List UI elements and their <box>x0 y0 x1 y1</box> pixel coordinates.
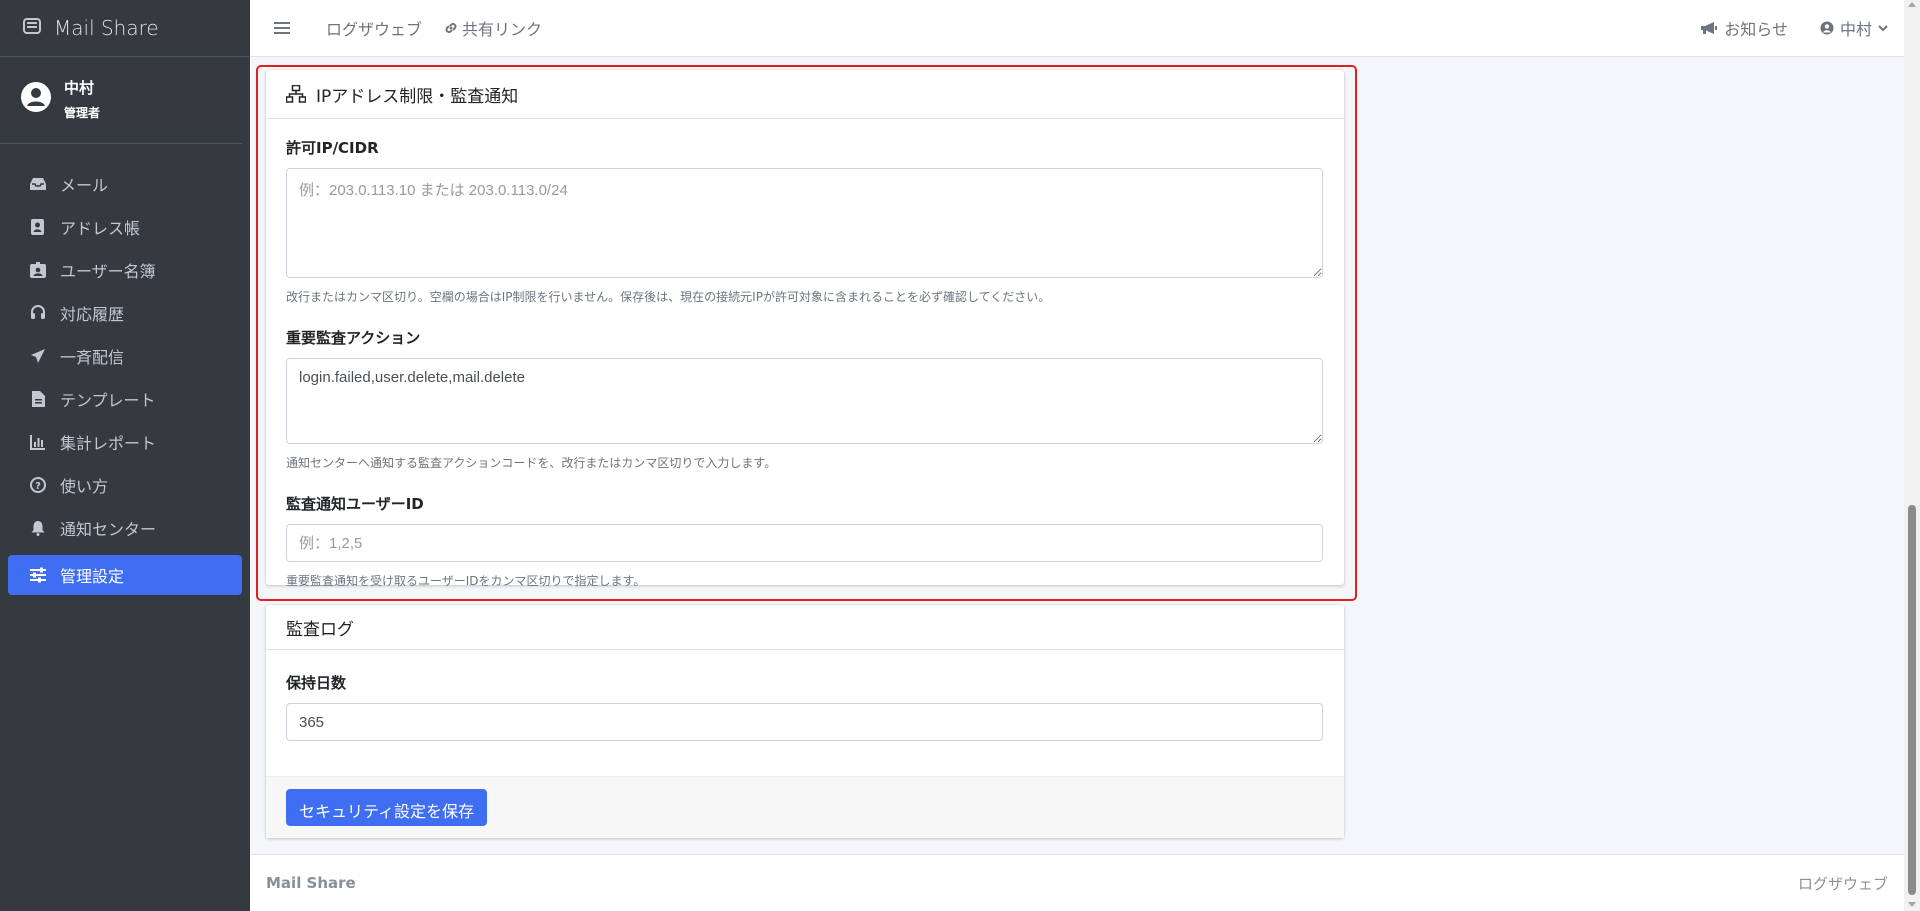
top-navbar: ログザウェブ 共有リンク お知らせ 中村 <box>250 0 1904 57</box>
user-circle-icon <box>1820 21 1834 35</box>
svg-text:?: ? <box>35 481 41 492</box>
scrollbar-thumb[interactable] <box>1908 505 1916 895</box>
critical-actions-textarea[interactable]: login.failed,user.delete,mail.delete <box>286 358 1323 444</box>
user-role: 管理者 <box>64 106 101 120</box>
nav-link-share[interactable]: 共有リンク <box>444 16 542 40</box>
notify-user-ids-help: 重要監査通知を受け取るユーザーIDをカンマ区切りで指定します。 <box>286 574 646 588</box>
file-icon <box>28 389 48 409</box>
headset-icon <box>28 303 48 323</box>
card-footer: セキュリティ設定を保存 <box>266 776 1344 838</box>
sidebar-item-label: 使い方 <box>60 476 109 496</box>
megaphone-icon <box>1700 21 1718 35</box>
ip-restriction-card: IPアドレス制限・監査通知 許可IP/CIDR 改行またはカンマ区切り。空欄の場… <box>266 70 1344 588</box>
sidebar-item-label: 集計レポート <box>60 433 157 453</box>
sidebar-item-admin-settings[interactable]: 管理設定 <box>8 555 242 595</box>
share-link-label: 共有リンク <box>462 20 543 39</box>
sidebar-item-address-book[interactable]: アドレス帳 <box>8 205 242 248</box>
notify-user-ids-input[interactable] <box>286 524 1323 562</box>
envelope-box-icon <box>22 16 42 40</box>
vertical-scrollbar[interactable] <box>1904 0 1920 911</box>
sidebar-item-label: 通知センター <box>60 519 157 539</box>
menu-toggle-icon[interactable] <box>274 16 304 41</box>
bell-icon <box>28 518 48 538</box>
sidebar-item-notifications[interactable]: 通知センター <box>8 506 242 549</box>
retention-days-input[interactable] <box>286 703 1323 741</box>
user-name: 中村 <box>64 79 95 97</box>
footer-brand: Mail Share <box>266 874 356 892</box>
allowed-ip-textarea[interactable] <box>286 168 1323 278</box>
page-footer: Mail Share ログザウェブ <box>250 854 1904 911</box>
notices-link[interactable]: お知らせ <box>1700 16 1788 40</box>
sidebar-item-help[interactable]: ? 使い方 <box>8 463 242 506</box>
link-icon <box>444 21 458 35</box>
sidebar-item-templates[interactable]: テンプレート <box>8 377 242 420</box>
sidebar-item-broadcast[interactable]: 一斉配信 <box>8 334 242 377</box>
notices-label: お知らせ <box>1724 20 1788 39</box>
user-menu-dropdown[interactable]: 中村 <box>1820 16 1888 40</box>
brand-name: Mail Share <box>54 16 159 40</box>
allowed-ip-label: 許可IP/CIDR <box>286 139 379 157</box>
scroll-down-icon[interactable] <box>1908 902 1916 907</box>
audit-log-card: 監査ログ 保持日数 セキュリティ設定を保存 <box>266 605 1344 838</box>
inbox-icon <box>28 174 48 194</box>
retention-days-label: 保持日数 <box>286 674 347 692</box>
chart-bar-icon <box>28 432 48 452</box>
sidebar-item-label: 管理設定 <box>60 567 125 586</box>
paper-plane-icon <box>28 346 48 366</box>
network-icon <box>286 85 306 103</box>
critical-actions-help: 通知センターへ通知する監査アクションコードを、改行またはカンマ区切りで入力します… <box>286 456 777 470</box>
question-circle-icon: ? <box>28 475 48 495</box>
sidebar-item-label: ユーザー名簿 <box>60 261 156 281</box>
sidebar-nav: メール アドレス帳 ユーザー名簿 対応履歴 一斉配信 テンプレート 集計レポート… <box>0 144 250 595</box>
chevron-down-icon <box>1878 24 1888 32</box>
sidebar-item-label: テンプレート <box>60 390 156 410</box>
scroll-up-icon[interactable] <box>1908 2 1916 7</box>
card-header: 監査ログ <box>266 605 1344 650</box>
user-avatar-icon <box>20 81 52 117</box>
sidebar-item-user-roster[interactable]: ユーザー名簿 <box>8 248 242 291</box>
critical-actions-label: 重要監査アクション <box>286 329 421 347</box>
brand-link[interactable]: Mail Share <box>0 0 250 57</box>
sidebar-item-mail[interactable]: メール <box>8 162 242 205</box>
nav-link-logout-web[interactable]: ログザウェブ <box>326 16 422 40</box>
address-book-icon <box>28 217 48 237</box>
user-menu-label: 中村 <box>1839 20 1872 39</box>
user-panel[interactable]: 中村 管理者 <box>0 57 242 144</box>
save-security-settings-button[interactable]: セキュリティ設定を保存 <box>286 789 488 826</box>
sidebar-item-label: 一斉配信 <box>60 347 125 367</box>
card-title: IPアドレス制限・監査通知 <box>316 86 519 107</box>
card-header: IPアドレス制限・監査通知 <box>266 70 1344 119</box>
sidebar-item-label: アドレス帳 <box>60 218 141 238</box>
sidebar-item-label: メール <box>60 175 109 195</box>
sidebar-item-reports[interactable]: 集計レポート <box>8 420 242 463</box>
notify-user-ids-label: 監査通知ユーザーID <box>286 495 424 513</box>
sidebar-item-history[interactable]: 対応履歴 <box>8 291 242 334</box>
allowed-ip-help: 改行またはカンマ区切り。空欄の場合はIP制限を行いません。保存後は、現在の接続元… <box>286 290 1051 304</box>
sidebar-item-label: 対応履歴 <box>60 304 125 324</box>
sliders-icon <box>28 565 48 585</box>
footer-link[interactable]: ログザウェブ <box>1798 873 1888 894</box>
id-badge-icon <box>28 260 48 280</box>
sidebar: Mail Share 中村 管理者 メール アドレス帳 ユーザー名簿 対応履歴 <box>0 0 250 911</box>
